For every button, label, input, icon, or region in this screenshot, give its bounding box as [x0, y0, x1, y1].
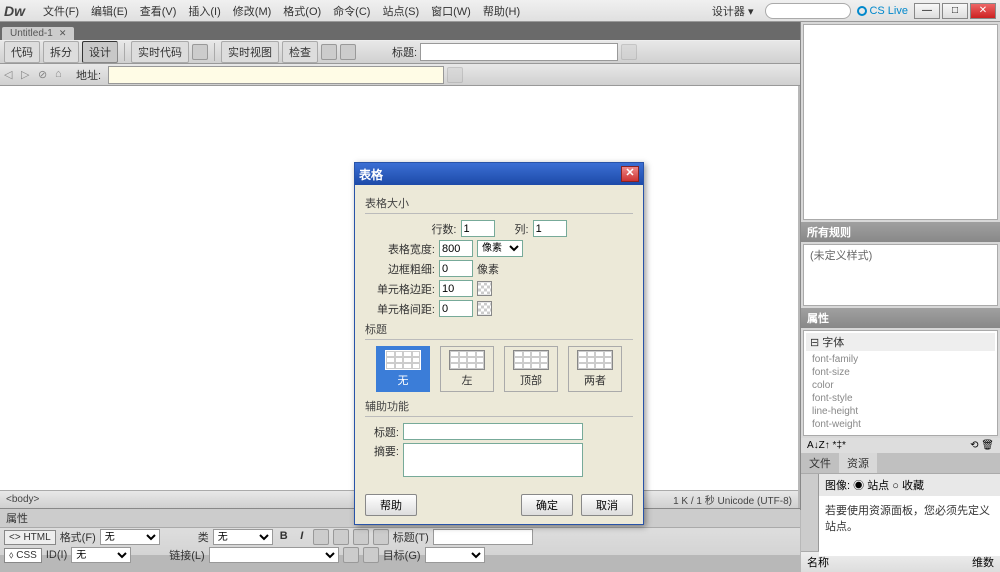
bold-button[interactable]: B: [277, 530, 291, 544]
header-top-option[interactable]: 顶部: [504, 346, 558, 392]
link-select[interactable]: [209, 547, 339, 563]
format-select[interactable]: 无: [100, 529, 160, 545]
browse-icon[interactable]: [363, 547, 379, 563]
width-unit-select[interactable]: 像素: [477, 240, 523, 257]
cellpad-input[interactable]: [439, 280, 473, 297]
html-mode-button[interactable]: <> HTML: [4, 530, 56, 545]
menu-window[interactable]: 窗口(W): [425, 3, 477, 19]
border-input[interactable]: [439, 260, 473, 277]
maximize-button[interactable]: □: [942, 3, 968, 19]
file-management-icon[interactable]: [621, 44, 637, 60]
inspect-button[interactable]: 检查: [282, 41, 318, 63]
document-tab[interactable]: Untitled-1 ✕: [2, 27, 74, 40]
help-button[interactable]: 帮助: [365, 494, 417, 516]
id-select[interactable]: 无: [71, 547, 131, 563]
menu-edit[interactable]: 编辑(E): [85, 3, 134, 19]
addr-go-icon[interactable]: [447, 67, 463, 83]
close-tab-icon[interactable]: ✕: [59, 28, 67, 39]
dialog-close-button[interactable]: ✕: [621, 166, 639, 182]
back-icon[interactable]: ◁: [4, 68, 18, 82]
livecode-button[interactable]: 实时代码: [131, 41, 189, 63]
menu-modify[interactable]: 修改(M): [227, 3, 278, 19]
code-view-button[interactable]: 代码: [4, 41, 40, 63]
minimize-button[interactable]: —: [914, 3, 940, 19]
cslive-link[interactable]: CS Live: [857, 5, 908, 17]
close-button[interactable]: ✕: [970, 3, 996, 19]
ok-button[interactable]: 确定: [521, 494, 573, 516]
header-both-option[interactable]: 两者: [568, 346, 622, 392]
title-field[interactable]: [433, 529, 533, 545]
right-panels: 所有规则 (未定义样式) 属性 ⊟ 字体 font-family font-si…: [800, 22, 1000, 510]
livecode-icon[interactable]: [192, 44, 208, 60]
table-dialog: 表格 ✕ 表格大小 行数: 列: 表格宽度: 像素 边框粗细: 像素 单元格边距…: [354, 162, 644, 525]
cancel-button[interactable]: 取消: [581, 494, 633, 516]
menu-help[interactable]: 帮助(H): [477, 3, 526, 19]
fav-radio[interactable]: ○ 收藏: [892, 480, 924, 492]
browser-icon[interactable]: [321, 44, 337, 60]
indent-icon[interactable]: [373, 529, 389, 545]
site-radio[interactable]: ◉ 站点: [853, 480, 889, 492]
properties-panel-head[interactable]: 属性: [801, 308, 1000, 328]
menu-commands[interactable]: 命令(C): [327, 3, 376, 19]
css-mode-button[interactable]: ⬨ CSS: [4, 548, 42, 563]
title-input[interactable]: [420, 43, 618, 61]
width-input[interactable]: [439, 240, 473, 257]
address-label: 地址:: [76, 67, 101, 83]
liveview-button[interactable]: 实时视图: [221, 41, 279, 63]
css-prop-list: font-family font-size color font-style l…: [806, 351, 995, 433]
ol-icon[interactable]: [333, 529, 349, 545]
tag-selector[interactable]: <body>: [6, 494, 39, 505]
split-view-button[interactable]: 拆分: [43, 41, 79, 63]
allrules-panel-head[interactable]: 所有规则: [801, 222, 1000, 242]
menu-file[interactable]: 文件(F): [37, 3, 85, 19]
dialog-titlebar[interactable]: 表格 ✕: [355, 163, 643, 185]
point-to-file-icon[interactable]: [343, 547, 359, 563]
files-panel-tab[interactable]: 文件: [801, 453, 839, 473]
address-input[interactable]: [108, 66, 444, 84]
page-info: 1 K / 1 秒 Unicode (UTF-8): [673, 492, 792, 507]
cellspace-input[interactable]: [439, 300, 473, 317]
assets-message: 若要使用资源面板，您必须先定义站点。: [819, 496, 1000, 556]
sort-toggle[interactable]: A↓Z↑ *‡*: [807, 440, 846, 451]
summary-textarea[interactable]: [403, 443, 583, 477]
cols-input[interactable]: [533, 220, 567, 237]
caption-input[interactable]: [403, 423, 583, 440]
assets-panel-tab[interactable]: 资源: [839, 453, 877, 473]
outdent-icon[interactable]: [353, 529, 369, 545]
target-select[interactable]: [425, 547, 485, 563]
menu-view[interactable]: 查看(V): [134, 3, 183, 19]
menu-site[interactable]: 站点(S): [376, 3, 425, 19]
stop-icon[interactable]: ⊘: [38, 68, 52, 82]
header-left-option[interactable]: 左: [440, 346, 494, 392]
cslive-icon: [857, 6, 867, 16]
no-rules-text: (未定义样式): [810, 250, 872, 262]
app-logo: Dw: [4, 3, 25, 19]
rows-input[interactable]: [461, 220, 495, 237]
refresh-icon[interactable]: [340, 44, 356, 60]
italic-button[interactable]: I: [295, 530, 309, 544]
home-icon[interactable]: ⌂: [55, 68, 69, 82]
layout-designer[interactable]: 设计器 ▾: [706, 3, 760, 19]
class-select[interactable]: 无: [213, 529, 273, 545]
menu-format[interactable]: 格式(O): [277, 3, 327, 19]
menu-bar: Dw 文件(F) 编辑(E) 查看(V) 插入(I) 修改(M) 格式(O) 命…: [0, 0, 1000, 22]
cellspace-icon[interactable]: [477, 301, 492, 316]
title-label: 标题:: [392, 44, 417, 60]
cellpad-icon[interactable]: [477, 281, 492, 296]
search-input[interactable]: [765, 3, 851, 19]
header-none-option[interactable]: 无: [376, 346, 430, 392]
forward-icon[interactable]: ▷: [21, 68, 35, 82]
ul-icon[interactable]: [313, 529, 329, 545]
design-view-button[interactable]: 设计: [82, 41, 118, 63]
menu-insert[interactable]: 插入(I): [182, 3, 226, 19]
panel-options-icon[interactable]: ⟲ 🗑: [970, 440, 994, 451]
